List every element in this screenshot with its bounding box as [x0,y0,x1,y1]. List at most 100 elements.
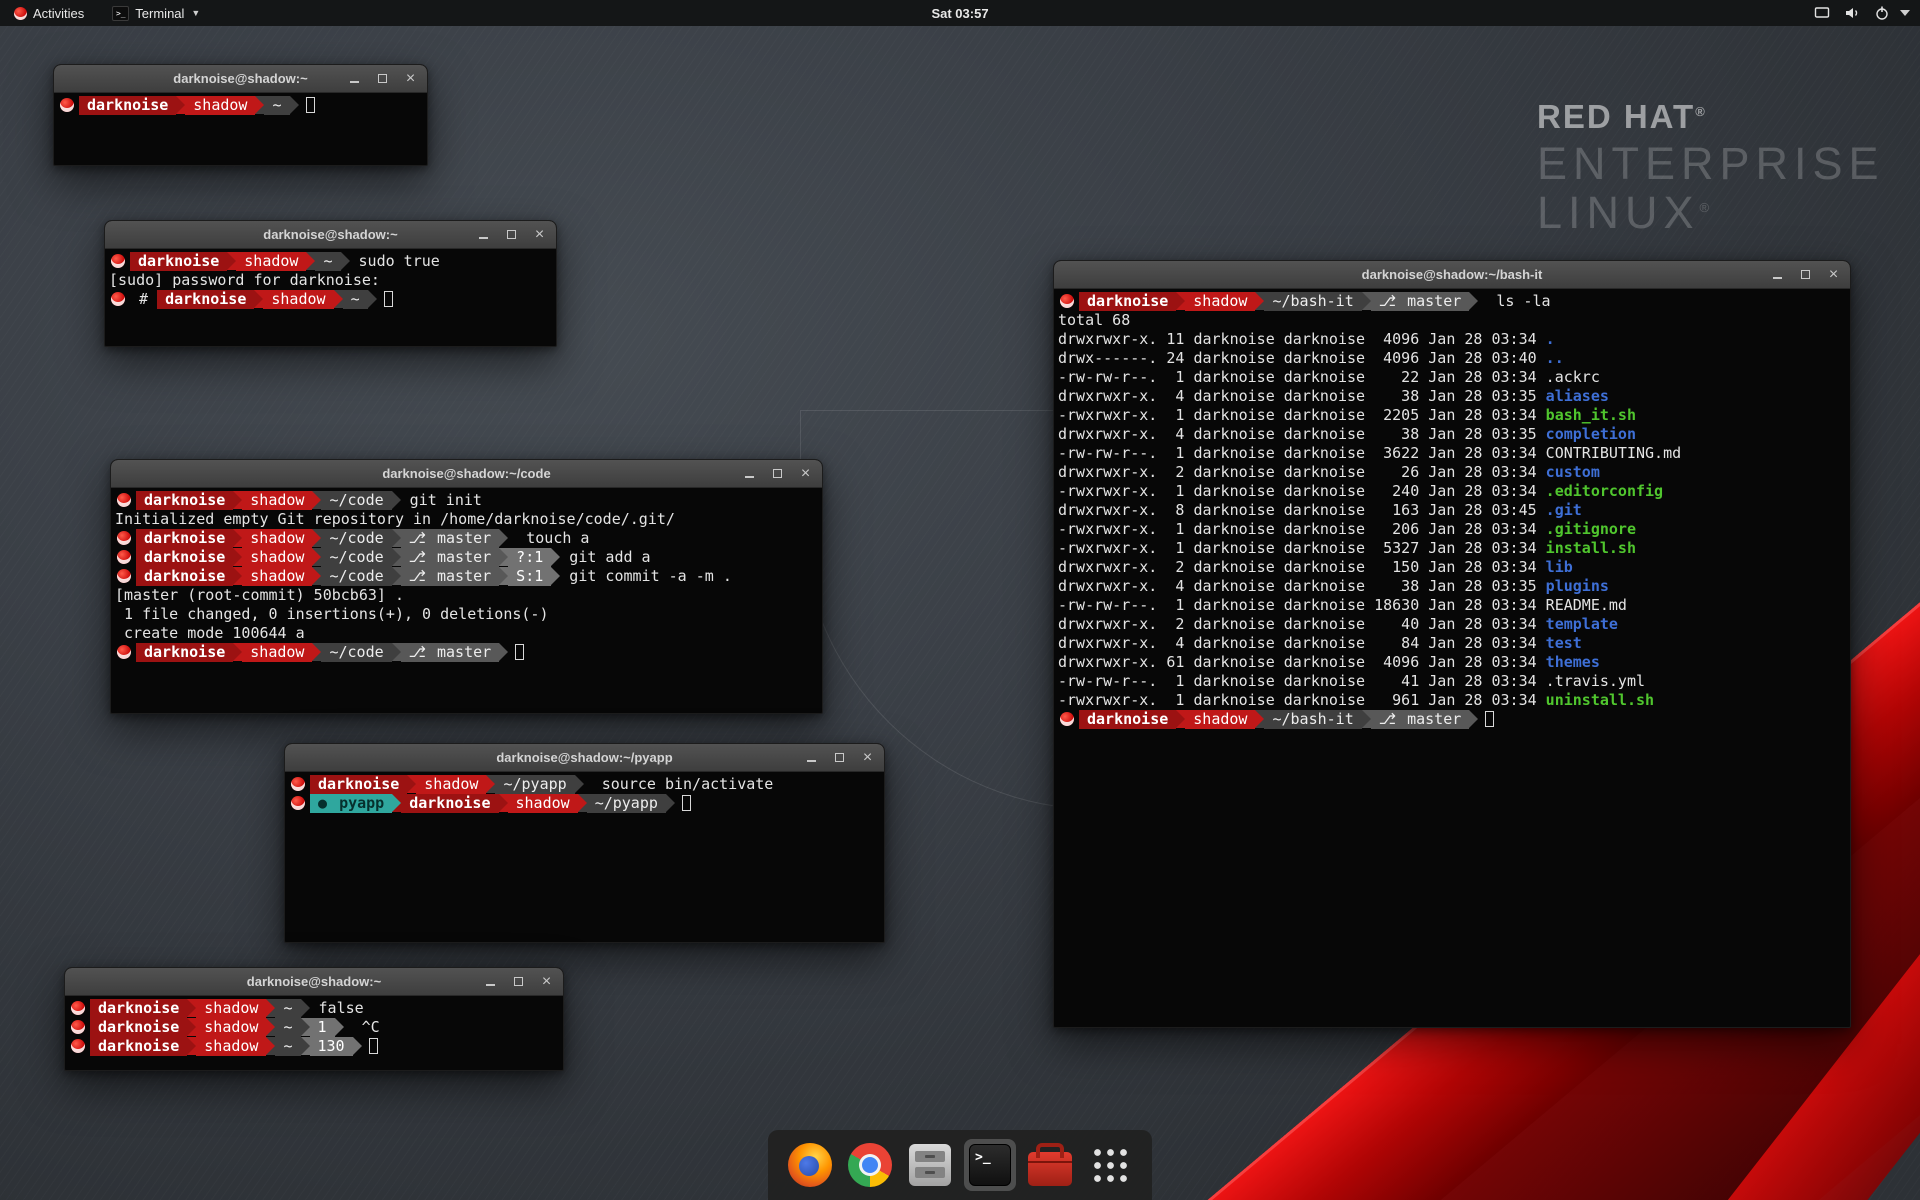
terminal-line: darknoiseshadow~/code⎇ master [115,643,818,662]
volume-icon[interactable] [1844,5,1860,21]
close-button[interactable]: × [532,227,547,242]
minimize-icon [807,760,816,762]
powerline-separator [233,529,242,547]
dock-item-files[interactable] [904,1139,956,1191]
close-button[interactable]: × [1826,267,1841,282]
chevron-down-icon: ▼ [191,8,200,18]
terminal-line: darknoiseshadow~/code git init [115,491,818,510]
ls-filename: themes [1546,653,1600,671]
powerline-separator [312,643,321,661]
activities-button[interactable]: Activities [10,0,88,26]
minimize-button[interactable] [483,974,498,989]
powerline-separator [392,567,401,585]
dock-item-chrome[interactable] [844,1139,896,1191]
terminal-content[interactable]: darknoiseshadow~/bash-it⎇ master ls -lat… [1054,289,1850,732]
powerline-separator [227,252,236,270]
prompt-segment-user: darknoise [136,491,233,510]
powerline-separator [666,794,675,812]
powerline-separator [233,567,242,585]
close-button[interactable]: × [539,974,554,989]
close-icon: × [535,227,544,243]
dock-item-firefox[interactable] [784,1139,836,1191]
minimize-button[interactable] [1770,267,1785,282]
window-buttons: × [476,221,547,248]
power-icon[interactable] [1874,5,1890,21]
redhat-prompt-icon [117,493,131,507]
prompt-segment-path: ~/bash-it [1264,292,1361,311]
redhat-prompt-icon [291,796,305,810]
powerline-separator [266,1037,275,1055]
powerline-separator [1176,710,1185,728]
ls-filename: test [1546,634,1582,652]
window-titlebar[interactable]: darknoise@shadow:~/pyapp× [285,744,884,772]
terminal-content[interactable]: darknoiseshadow~ sudo true[sudo] passwor… [105,249,556,312]
powerline-separator [1362,710,1371,728]
dock-item-appgrid[interactable] [1084,1139,1136,1191]
terminal-text: sudo true [350,252,440,270]
close-button[interactable]: × [860,750,875,765]
terminal-line: -rwxrwxr-x. 1 darknoise darknoise 961 Ja… [1058,691,1846,710]
powerline-separator [306,252,315,270]
minimize-button[interactable] [742,466,757,481]
dock-item-terminal[interactable] [964,1139,1016,1191]
app-menu-button[interactable]: Terminal ▼ [108,0,204,26]
close-icon: × [863,750,872,766]
maximize-button[interactable] [504,227,519,242]
terminal-line: -rw-rw-r--. 1 darknoise darknoise 41 Jan… [1058,672,1846,691]
terminal-line: darknoiseshadow~/pyapp source bin/activa… [289,775,880,794]
prompt-segment-user: darknoise [136,548,233,567]
close-button[interactable]: × [798,466,813,481]
terminal-text: touch a [508,529,589,547]
terminal-content[interactable]: darknoiseshadow~/pyapp source bin/activa… [285,772,884,816]
powerline-separator [499,794,508,812]
powerline-separator [312,529,321,547]
maximize-button[interactable] [511,974,526,989]
window-titlebar[interactable]: darknoise@shadow:~× [54,65,427,93]
chevron-down-icon[interactable] [1900,10,1910,16]
maximize-button[interactable] [770,466,785,481]
close-button[interactable]: × [403,71,418,86]
dock-item-toolbox[interactable] [1024,1139,1076,1191]
minimize-button[interactable] [476,227,491,242]
terminal-content[interactable]: darknoiseshadow~ [54,93,427,118]
prompt-segment-host: shadow [242,529,312,548]
terminal-window-w1: darknoise@shadow:~×darknoiseshadow~ [53,64,428,166]
powerline-separator [176,96,185,114]
prompt-segment-user: darknoise [157,290,254,309]
terminal-window-w2: darknoise@shadow:~×darknoiseshadow~ sudo… [104,220,557,347]
ls-filename: .editorconfig [1546,482,1663,500]
terminal-window-w5: darknoise@shadow:~×darknoiseshadow~ fals… [64,967,564,1071]
terminal-content[interactable]: darknoiseshadow~ falsedarknoiseshadow~1 … [65,996,563,1059]
minimize-icon [486,984,495,986]
ls-filename: template [1546,615,1618,633]
powerline-separator [499,643,508,661]
minimize-button[interactable] [804,750,819,765]
window-buttons: × [804,744,875,771]
terminal-content[interactable]: darknoiseshadow~/code git initInitialize… [111,488,822,665]
minimize-button[interactable] [347,71,362,86]
ls-filename: bash_it.sh [1546,406,1636,424]
window-titlebar[interactable]: darknoise@shadow:~/bash-it× [1054,261,1850,289]
clock[interactable]: Sat 03:57 [931,6,988,21]
powerline-separator [392,643,401,661]
chrome-icon [848,1143,892,1187]
ls-meta: drwxrwxr-x. 8 darknoise darknoise 163 Ja… [1058,501,1546,519]
window-titlebar[interactable]: darknoise@shadow:~× [65,968,563,996]
terminal-line: darknoiseshadow~1 ^C [69,1018,559,1037]
toolbox-icon [1028,1152,1072,1186]
ls-filename: . [1546,330,1555,348]
window-titlebar[interactable]: darknoise@shadow:~/code× [111,460,822,488]
redhat-prompt-icon [60,98,74,112]
terminal-text: source bin/activate [584,775,774,793]
maximize-button[interactable] [832,750,847,765]
powerline-separator [575,775,584,793]
powerline-separator [551,548,560,566]
windows-layer: darknoise@shadow:~×darknoiseshadow~darkn… [0,0,1920,1200]
screen-icon[interactable] [1814,5,1830,21]
terminal-line: create mode 100644 a [115,624,818,643]
prompt-segment-git: ⎇ master [401,567,500,586]
maximize-button[interactable] [375,71,390,86]
maximize-button[interactable] [1798,267,1813,282]
window-titlebar[interactable]: darknoise@shadow:~× [105,221,556,249]
terminal-line: darknoiseshadow~/code⎇ master touch a [115,529,818,548]
